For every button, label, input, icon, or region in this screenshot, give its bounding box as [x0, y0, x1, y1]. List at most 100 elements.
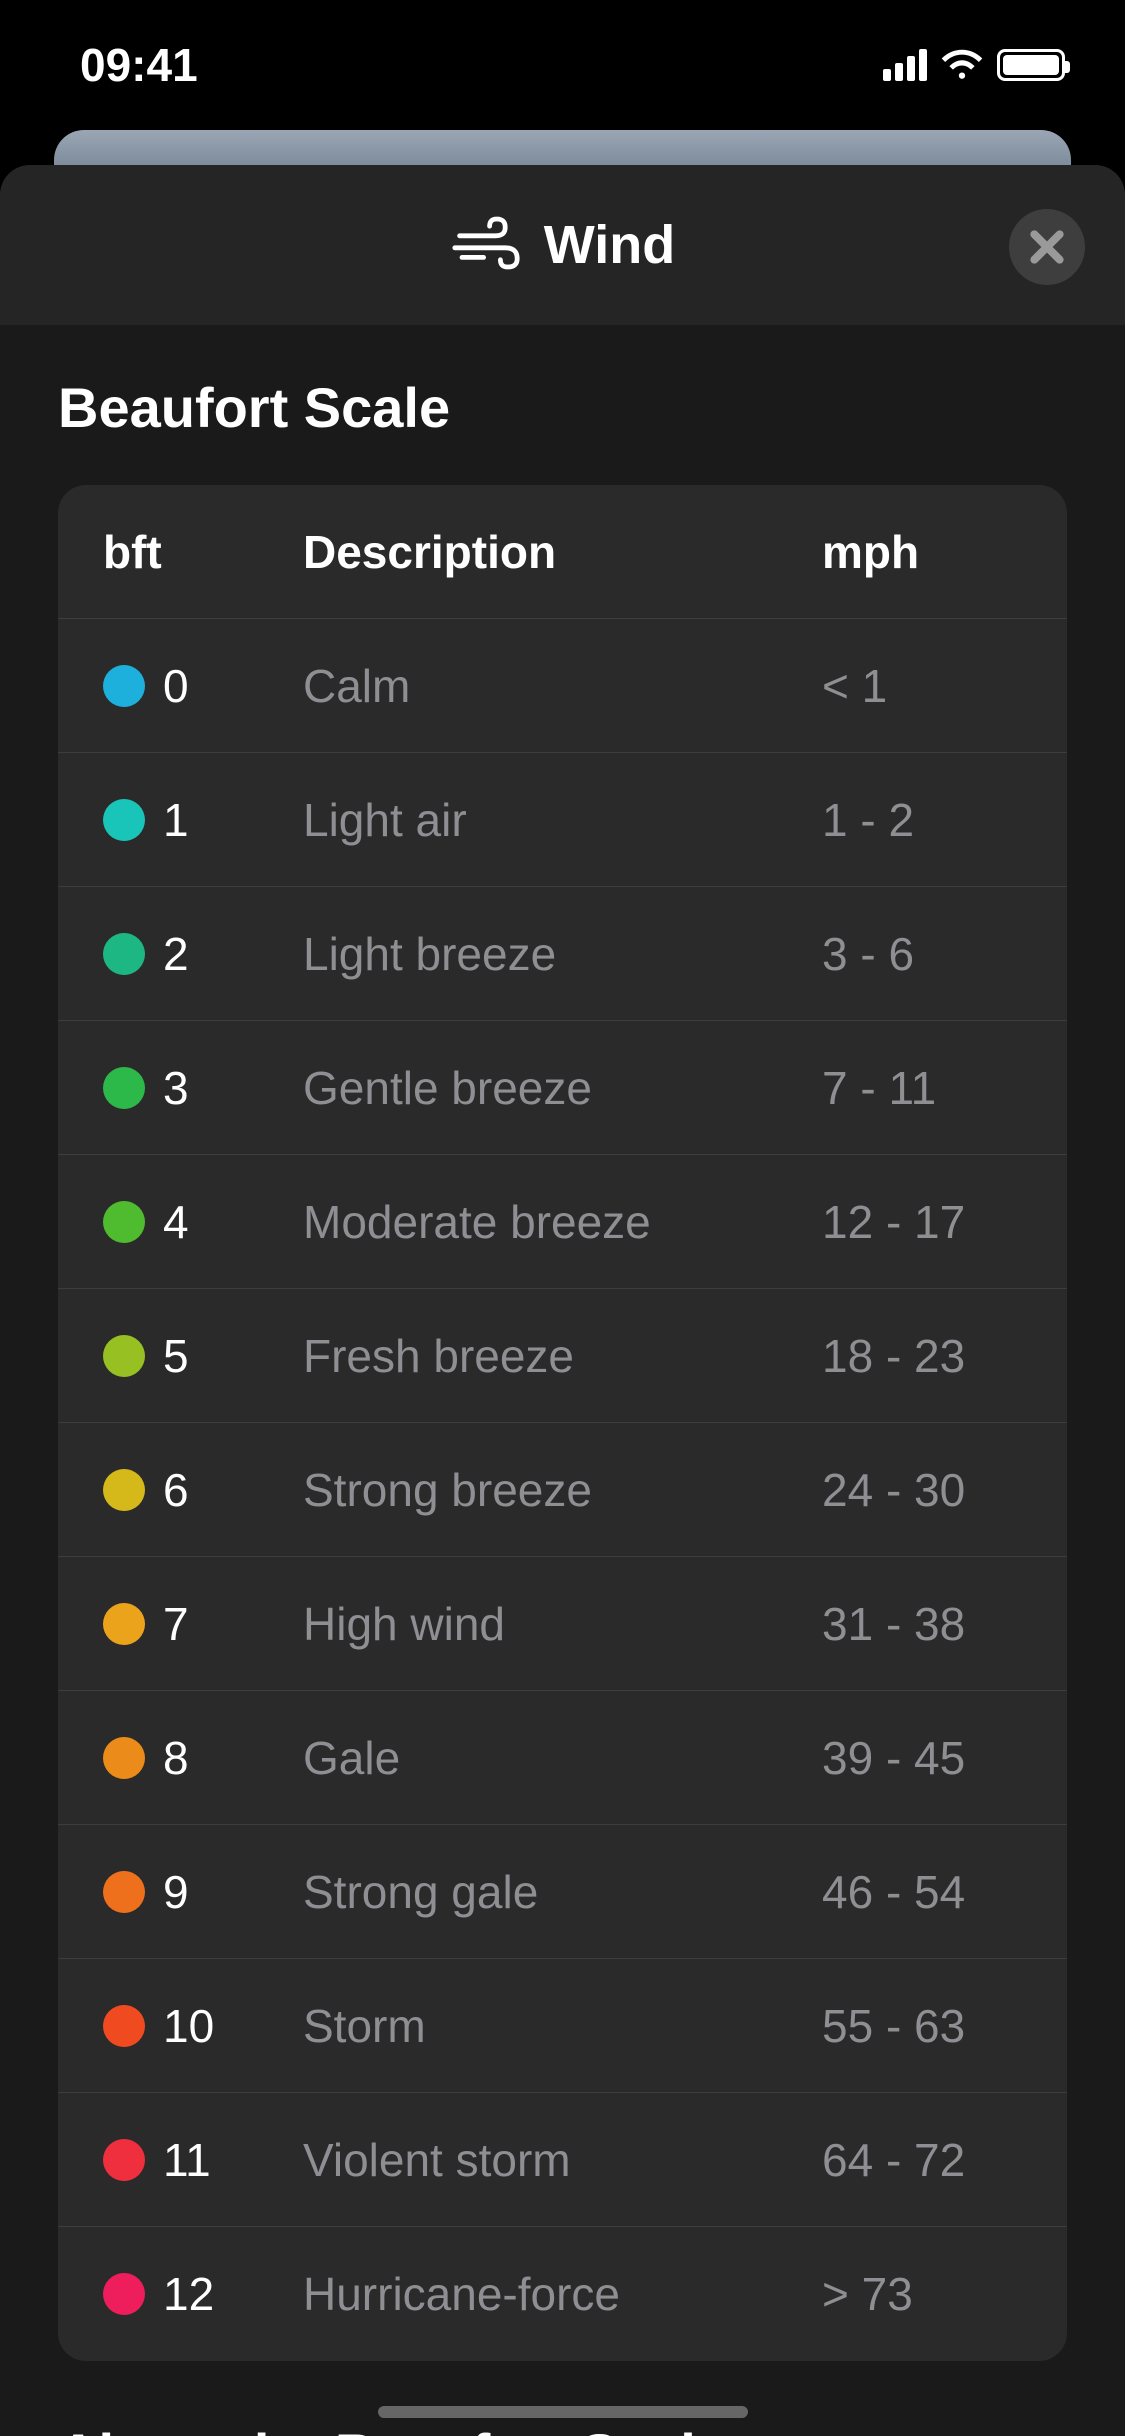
cell-mph: > 73 [822, 2267, 1022, 2321]
section-title-about: About the Beaufort Scale [58, 2421, 1067, 2436]
table-row: 1 Light air 1 - 2 [58, 753, 1067, 887]
severity-dot-icon [103, 2005, 145, 2047]
cell-description: Fresh breeze [303, 1329, 822, 1383]
table-row: 3 Gentle breeze 7 - 11 [58, 1021, 1067, 1155]
cell-mph: 3 - 6 [822, 927, 1022, 981]
severity-dot-icon [103, 2139, 145, 2181]
cell-description: Gentle breeze [303, 1061, 822, 1115]
cell-description: Hurricane-force [303, 2267, 822, 2321]
bft-value: 1 [163, 793, 189, 847]
cell-bft: 6 [103, 1463, 303, 1517]
cell-bft: 11 [103, 2133, 303, 2187]
bft-value: 8 [163, 1731, 189, 1785]
severity-dot-icon [103, 1201, 145, 1243]
severity-dot-icon [103, 1067, 145, 1109]
sheet-header: Wind [0, 165, 1125, 325]
wind-detail-sheet: Wind Beaufort Scale bft Description mph … [0, 165, 1125, 2436]
beaufort-table: bft Description mph 0 Calm < 1 1 Light a… [58, 485, 1067, 2361]
cell-description: Calm [303, 659, 822, 713]
cell-mph: < 1 [822, 659, 1022, 713]
table-row: 10 Storm 55 - 63 [58, 1959, 1067, 2093]
bft-value: 3 [163, 1061, 189, 1115]
cell-description: Strong gale [303, 1865, 822, 1919]
cell-description: Gale [303, 1731, 822, 1785]
header-description: Description [303, 525, 822, 579]
cell-mph: 31 - 38 [822, 1597, 1022, 1651]
sheet-title-group: Wind [450, 214, 675, 276]
severity-dot-icon [103, 933, 145, 975]
severity-dot-icon [103, 665, 145, 707]
cell-mph: 24 - 30 [822, 1463, 1022, 1517]
table-row: 2 Light breeze 3 - 6 [58, 887, 1067, 1021]
cell-mph: 18 - 23 [822, 1329, 1022, 1383]
home-indicator[interactable] [378, 2406, 748, 2418]
cell-mph: 1 - 2 [822, 793, 1022, 847]
cell-description: High wind [303, 1597, 822, 1651]
cell-bft: 12 [103, 2267, 303, 2321]
table-header-row: bft Description mph [58, 485, 1067, 619]
battery-icon [997, 49, 1065, 81]
table-row: 8 Gale 39 - 45 [58, 1691, 1067, 1825]
wind-icon [450, 215, 522, 276]
header-mph: mph [822, 525, 1022, 579]
table-row: 9 Strong gale 46 - 54 [58, 1825, 1067, 1959]
severity-dot-icon [103, 1603, 145, 1645]
bft-value: 11 [163, 2133, 211, 2187]
cell-bft: 4 [103, 1195, 303, 1249]
cell-bft: 8 [103, 1731, 303, 1785]
cell-mph: 7 - 11 [822, 1061, 1022, 1115]
cell-description: Light air [303, 793, 822, 847]
bft-value: 4 [163, 1195, 189, 1249]
table-row: 12 Hurricane-force > 73 [58, 2227, 1067, 2361]
cell-mph: 55 - 63 [822, 1999, 1022, 2053]
status-icons [883, 47, 1065, 84]
cell-bft: 3 [103, 1061, 303, 1115]
cell-description: Strong breeze [303, 1463, 822, 1517]
wifi-icon [941, 47, 983, 84]
bft-value: 5 [163, 1329, 189, 1383]
table-row: 4 Moderate breeze 12 - 17 [58, 1155, 1067, 1289]
severity-dot-icon [103, 1335, 145, 1377]
cell-bft: 5 [103, 1329, 303, 1383]
cell-description: Violent storm [303, 2133, 822, 2187]
table-row: 5 Fresh breeze 18 - 23 [58, 1289, 1067, 1423]
cell-description: Light breeze [303, 927, 822, 981]
table-row: 7 High wind 31 - 38 [58, 1557, 1067, 1691]
cell-bft: 7 [103, 1597, 303, 1651]
table-row: 0 Calm < 1 [58, 619, 1067, 753]
bft-value: 0 [163, 659, 189, 713]
cell-bft: 9 [103, 1865, 303, 1919]
cell-mph: 12 - 17 [822, 1195, 1022, 1249]
cell-mph: 64 - 72 [822, 2133, 1022, 2187]
sheet-title: Wind [544, 214, 675, 276]
severity-dot-icon [103, 1469, 145, 1511]
cellular-signal-icon [883, 49, 927, 81]
severity-dot-icon [103, 1737, 145, 1779]
bft-value: 12 [163, 2267, 214, 2321]
cell-mph: 46 - 54 [822, 1865, 1022, 1919]
bft-value: 10 [163, 1999, 214, 2053]
cell-bft: 10 [103, 1999, 303, 2053]
cell-bft: 0 [103, 659, 303, 713]
severity-dot-icon [103, 1871, 145, 1913]
severity-dot-icon [103, 2273, 145, 2315]
bft-value: 7 [163, 1597, 189, 1651]
cell-bft: 2 [103, 927, 303, 981]
cell-description: Moderate breeze [303, 1195, 822, 1249]
bft-value: 9 [163, 1865, 189, 1919]
close-button[interactable] [1009, 209, 1085, 285]
header-bft: bft [103, 525, 303, 579]
sheet-content[interactable]: Beaufort Scale bft Description mph 0 Cal… [0, 325, 1125, 2436]
close-icon [1028, 228, 1066, 266]
bft-value: 2 [163, 927, 189, 981]
bft-value: 6 [163, 1463, 189, 1517]
cell-description: Storm [303, 1999, 822, 2053]
table-row: 11 Violent storm 64 - 72 [58, 2093, 1067, 2227]
table-row: 6 Strong breeze 24 - 30 [58, 1423, 1067, 1557]
cell-mph: 39 - 45 [822, 1731, 1022, 1785]
status-time: 09:41 [80, 38, 198, 92]
section-title-beaufort: Beaufort Scale [58, 375, 1067, 440]
severity-dot-icon [103, 799, 145, 841]
cell-bft: 1 [103, 793, 303, 847]
status-bar: 09:41 [0, 0, 1125, 130]
